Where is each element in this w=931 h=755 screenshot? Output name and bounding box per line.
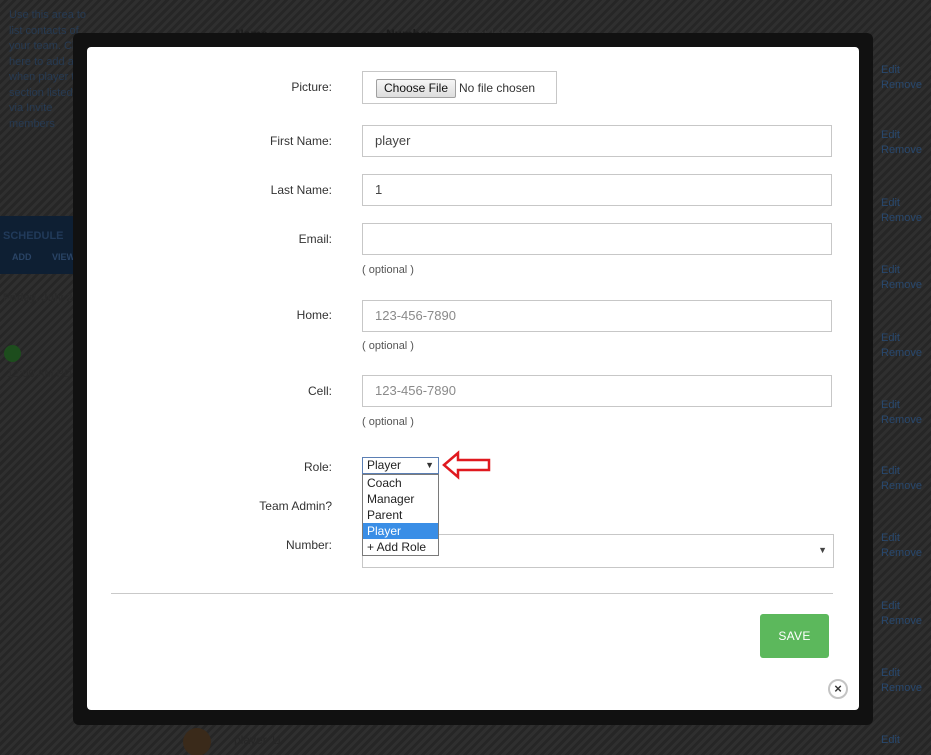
- role-selected-value: Player: [367, 458, 402, 472]
- edit-link[interactable]: Edit: [881, 263, 922, 278]
- choose-file-button[interactable]: Choose File: [376, 79, 456, 98]
- picture-label: Picture:: [291, 80, 332, 94]
- avatar: [183, 728, 211, 755]
- team-admin-label: Team Admin?: [259, 499, 332, 513]
- edit-link[interactable]: Edit: [881, 63, 922, 78]
- chevron-down-icon: ▼: [425, 460, 434, 470]
- email-input[interactable]: [362, 223, 832, 255]
- number-label: Number:: [285, 538, 332, 552]
- cell-optional-hint: ( optional ): [362, 416, 414, 428]
- home-label: Home:: [296, 308, 332, 322]
- role-option-player[interactable]: Player: [363, 523, 438, 539]
- schedule-title: SCHEDULE: [3, 230, 64, 242]
- last-name-label: Last Name:: [270, 183, 332, 197]
- edit-member-modal: Picture: Choose File No file chosen Firs…: [87, 47, 859, 710]
- edit-link[interactable]: Edit: [881, 331, 922, 346]
- remove-link[interactable]: Remove: [881, 211, 922, 226]
- schedule-add-button[interactable]: ADD: [12, 252, 32, 262]
- row-actions: Edit Remove: [881, 263, 922, 293]
- remove-link[interactable]: Remove: [881, 143, 922, 158]
- email-optional-hint: ( optional ): [362, 264, 414, 276]
- role-option-add-role[interactable]: + Add Role: [363, 539, 438, 555]
- home-phone-input[interactable]: 123-456-7890: [362, 300, 832, 332]
- row-actions: Edit Remove: [881, 599, 922, 629]
- role-option-coach[interactable]: Coach: [363, 475, 438, 491]
- role-dropdown-list: Coach Manager Parent Player + Add Role: [362, 474, 439, 556]
- role-label: Role:: [303, 460, 332, 474]
- save-button[interactable]: SAVE: [760, 614, 829, 658]
- role-option-parent[interactable]: Parent: [363, 507, 438, 523]
- file-status-text: No file chosen: [459, 81, 536, 95]
- left-arrow-icon: [442, 450, 491, 480]
- remove-link[interactable]: Remove: [881, 413, 922, 428]
- role-select[interactable]: Player ▼: [362, 457, 439, 474]
- edit-link[interactable]: Edit: [881, 531, 922, 546]
- row-actions: Edit Remove: [881, 398, 922, 428]
- remove-link[interactable]: Remove: [881, 614, 922, 629]
- first-name-label: First Name:: [269, 134, 332, 148]
- row-actions: Edit Remove: [881, 128, 922, 158]
- game-icon: [4, 345, 21, 362]
- email-label: Email:: [298, 232, 332, 246]
- row-actions: Edit Remove: [881, 464, 922, 494]
- remove-link[interactable]: Remove: [881, 346, 922, 361]
- modal-divider: [111, 593, 833, 594]
- remove-link[interactable]: Remove: [881, 278, 922, 293]
- remove-link[interactable]: Remove: [881, 479, 922, 494]
- last-name-input[interactable]: 1: [362, 174, 832, 206]
- edit-link[interactable]: Edit: [881, 733, 900, 748]
- row-actions: Edit Remove: [881, 331, 922, 361]
- edit-link[interactable]: Edit: [881, 666, 922, 681]
- remove-link[interactable]: Remove: [881, 78, 922, 93]
- schedule-view-button[interactable]: VIEW: [52, 252, 75, 262]
- role-option-manager[interactable]: Manager: [363, 491, 438, 507]
- schedule-time: 12:00 AM PDT: [7, 368, 79, 380]
- edit-link[interactable]: Edit: [881, 128, 922, 143]
- chevron-down-icon: ▼: [818, 545, 827, 555]
- first-name-input[interactable]: player: [362, 125, 832, 157]
- edit-link[interactable]: Edit: [881, 398, 922, 413]
- edit-link[interactable]: Edit: [881, 599, 922, 614]
- row-actions: Edit Remove: [881, 666, 922, 696]
- picture-file-input[interactable]: Choose File No file chosen: [362, 71, 557, 104]
- row-actions: Edit Remove: [881, 196, 922, 226]
- row-actions: Edit: [881, 733, 900, 748]
- close-icon[interactable]: ×: [828, 679, 848, 699]
- cell-label: Cell:: [307, 384, 332, 398]
- edit-link[interactable]: Edit: [881, 196, 922, 211]
- cell-phone-input[interactable]: 123-456-7890: [362, 375, 832, 407]
- player-name: player 11: [234, 733, 283, 747]
- remove-link[interactable]: Remove: [881, 681, 922, 696]
- remove-link[interactable]: Remove: [881, 546, 922, 561]
- edit-link[interactable]: Edit: [881, 464, 922, 479]
- row-actions: Edit Remove: [881, 63, 922, 93]
- home-optional-hint: ( optional ): [362, 340, 414, 352]
- row-actions: Edit Remove: [881, 531, 922, 561]
